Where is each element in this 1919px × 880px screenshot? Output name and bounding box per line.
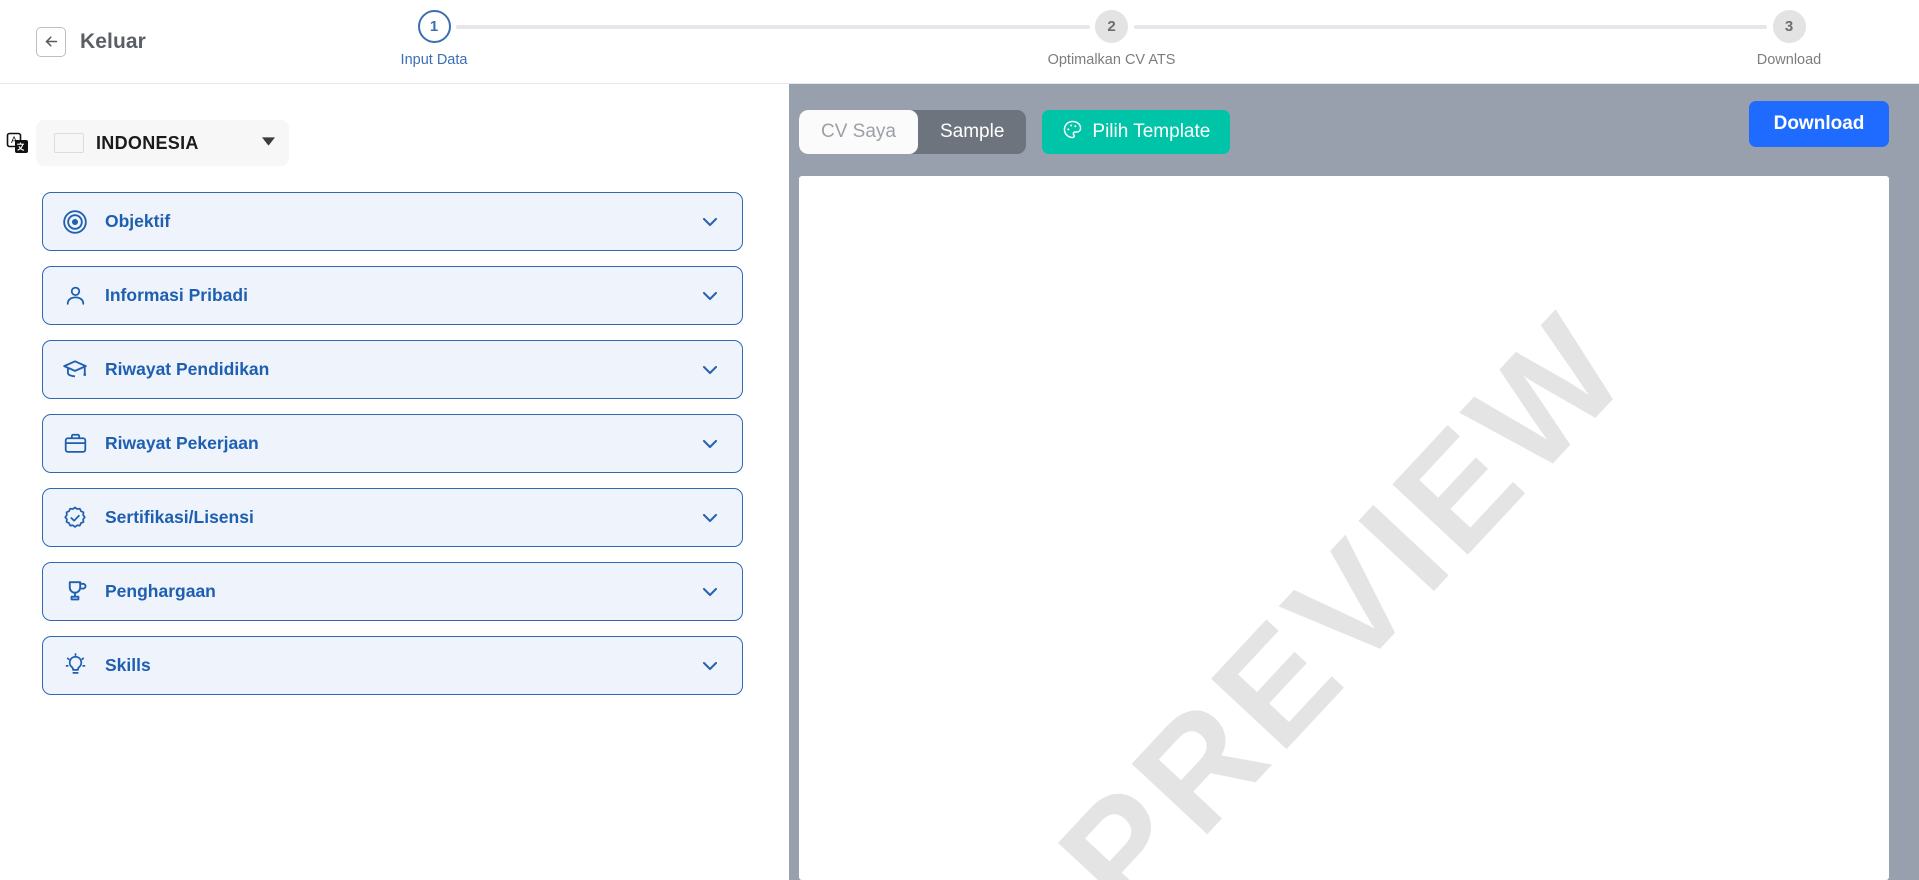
step-3[interactable]: 3 Download (1757, 10, 1821, 68)
graduation-cap-icon (61, 356, 89, 384)
accordion-label: Objektif (105, 211, 171, 231)
form-sections-accordion: Objektif Informasi Pribadi Riwayat Pendi… (0, 192, 789, 695)
tab-cv-saya[interactable]: CV Saya (799, 110, 918, 154)
cv-builder-app: Keluar 1 Input Data 2 Optimalkan CV ATS … (0, 0, 1919, 880)
palette-icon (1062, 119, 1083, 146)
accordion-item-objektif[interactable]: Objektif (42, 192, 743, 251)
pilih-template-label: Pilih Template (1092, 121, 1211, 142)
step-1-number: 1 (417, 10, 451, 43)
step-connector-1 (456, 25, 1090, 29)
step-3-label: Download (1756, 52, 1822, 68)
preview-watermark: PREVIEW (1027, 281, 1661, 880)
step-3-number: 3 (1772, 10, 1806, 43)
exit-label: Keluar (80, 29, 146, 53)
lightbulb-icon (61, 652, 89, 680)
accordion-item-penghargaan[interactable]: Penghargaan (42, 562, 743, 621)
accordion-label: Riwayat Pekerjaan (105, 433, 259, 453)
trophy-icon (61, 578, 89, 606)
step-2-number: 2 (1095, 10, 1128, 43)
chevron-down-icon[interactable] (698, 580, 722, 604)
accordion-label: Penghargaan (105, 581, 216, 601)
step-connector-2 (1133, 25, 1767, 29)
chevron-down-icon[interactable] (698, 284, 722, 308)
form-panel: A INDONESIA Objektif Informasi Pribadi R… (0, 84, 789, 880)
arrow-left-icon (36, 26, 66, 57)
target-icon (61, 208, 89, 236)
preview-toolbar: CV Saya Sample Pilih Template Download (799, 101, 1889, 154)
chevron-down-icon[interactable] (698, 432, 722, 456)
main-body: A INDONESIA Objektif Informasi Pribadi R… (0, 84, 1919, 880)
step-1[interactable]: 1 Input Data (401, 10, 467, 68)
step-2[interactable]: 2 Optimalkan CV ATS (1048, 10, 1175, 68)
preview-panel: CV Saya Sample Pilih Template Download P… (789, 84, 1919, 880)
language-value: INDONESIA (96, 132, 199, 153)
user-icon (61, 282, 89, 310)
accordion-label: Sertifikasi/Lisensi (105, 507, 254, 527)
cv-preview-document[interactable]: PREVIEW (799, 176, 1889, 880)
accordion-label: Skills (105, 655, 151, 675)
pilih-template-button[interactable]: Pilih Template (1042, 110, 1231, 154)
language-select[interactable]: A INDONESIA (6, 120, 289, 166)
chevron-down-icon[interactable] (698, 210, 722, 234)
accordion-item-riwayat-pendidikan[interactable]: Riwayat Pendidikan (42, 340, 743, 399)
accordion-item-sertifikasi-lisensi[interactable]: Sertifikasi/Lisensi (42, 488, 743, 547)
chevron-down-icon (262, 137, 275, 149)
step-2-label: Optimalkan CV ATS (1047, 52, 1176, 68)
progress-stepper: 1 Input Data 2 Optimalkan CV ATS 3 Downl… (401, 0, 1919, 84)
accordion-item-skills[interactable]: Skills (42, 636, 743, 695)
step-1-label: Input Data (400, 52, 468, 68)
download-button[interactable]: Download (1749, 101, 1889, 147)
chevron-down-icon[interactable] (698, 654, 722, 678)
indonesia-flag-icon (54, 133, 84, 153)
exit-button[interactable]: Keluar (36, 26, 146, 57)
briefcase-icon (61, 430, 89, 458)
accordion-item-riwayat-pekerjaan[interactable]: Riwayat Pekerjaan (42, 414, 743, 473)
preview-mode-toggle: CV Saya Sample (799, 110, 1027, 154)
accordion-item-informasi-pribadi[interactable]: Informasi Pribadi (42, 266, 743, 325)
chevron-down-icon[interactable] (698, 506, 722, 530)
accordion-label: Informasi Pribadi (105, 285, 248, 305)
chevron-down-icon[interactable] (698, 358, 722, 382)
translate-icon: A (4, 130, 30, 156)
top-bar: Keluar 1 Input Data 2 Optimalkan CV ATS … (0, 0, 1919, 84)
accordion-label: Riwayat Pendidikan (105, 359, 270, 379)
badge-check-icon (61, 504, 89, 532)
tab-sample[interactable]: Sample (918, 110, 1026, 154)
